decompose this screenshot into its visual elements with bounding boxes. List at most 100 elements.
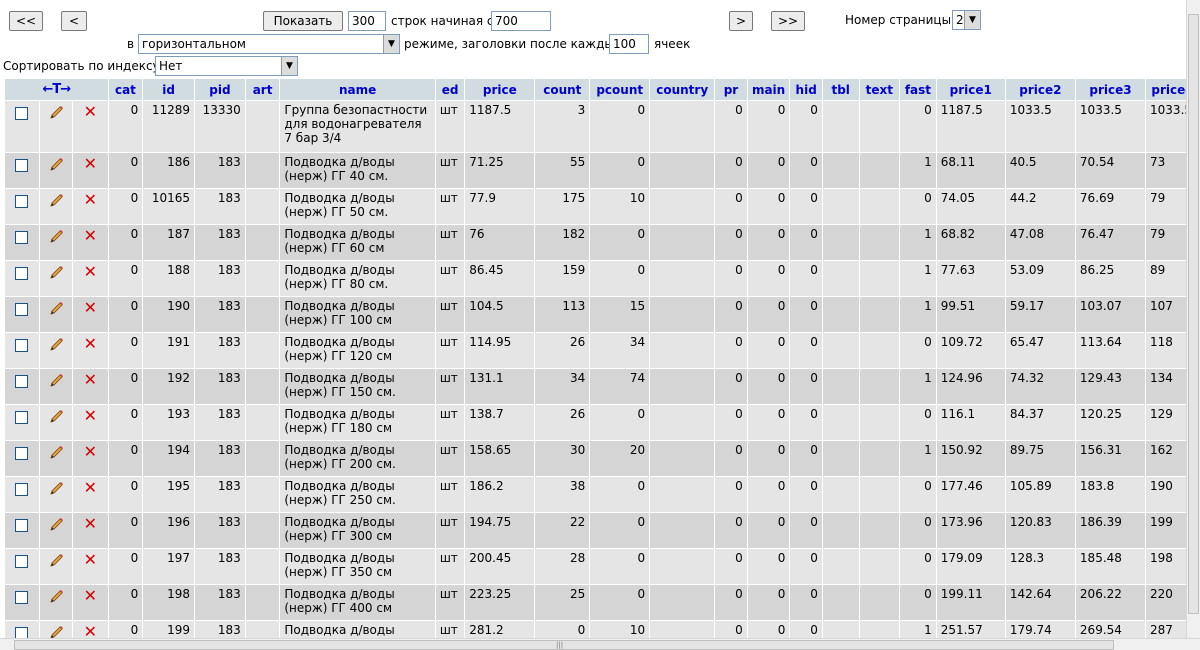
column-arrows-header[interactable]: ←T→ — [4, 78, 109, 101]
pencil-icon[interactable] — [48, 373, 64, 389]
page-number-label: Номер страницы: — [845, 13, 956, 27]
pencil-icon[interactable] — [48, 337, 64, 353]
pencil-icon[interactable] — [48, 301, 64, 317]
cell-pcount: 20 — [589, 440, 651, 477]
column-header-text[interactable]: text — [858, 78, 901, 101]
pencil-icon[interactable] — [48, 481, 64, 497]
last-page-button[interactable]: >> — [771, 11, 805, 31]
cell-price3: 103.07 — [1074, 296, 1147, 333]
row-edit-cell — [38, 260, 74, 297]
cell-cat: 0 — [107, 584, 144, 621]
cell-id: 191 — [142, 332, 196, 369]
row-checkbox[interactable] — [15, 411, 29, 424]
pencil-icon[interactable] — [48, 517, 64, 533]
pencil-icon[interactable] — [48, 445, 64, 461]
delete-x-icon[interactable]: ✕ — [84, 104, 97, 120]
row-checkbox[interactable] — [15, 107, 29, 120]
vertical-scroll-thumb[interactable] — [1188, 14, 1199, 614]
row-checkbox[interactable] — [15, 483, 29, 496]
cell-id: 188 — [142, 260, 196, 297]
row-checkbox[interactable] — [15, 195, 29, 208]
row-checkbox[interactable] — [15, 231, 29, 244]
row-select-cell — [4, 620, 40, 638]
row-delete-cell: ✕ — [72, 476, 109, 513]
row-checkbox[interactable] — [15, 519, 29, 532]
sort-index-select[interactable]: Нет ▼ — [155, 56, 298, 76]
pencil-icon[interactable] — [48, 265, 64, 281]
row-checkbox[interactable] — [15, 555, 29, 568]
pencil-icon[interactable] — [48, 553, 64, 569]
row-checkbox[interactable] — [15, 303, 29, 316]
pencil-icon[interactable] — [48, 193, 64, 209]
page-number-select[interactable]: 2 ▼ — [952, 10, 981, 30]
pencil-icon[interactable] — [48, 229, 64, 245]
next-page-button[interactable]: > — [729, 11, 753, 31]
delete-x-icon[interactable]: ✕ — [84, 444, 97, 460]
pencil-icon[interactable] — [48, 625, 64, 638]
delete-x-icon[interactable]: ✕ — [84, 480, 97, 496]
column-header-fast[interactable]: fast — [899, 78, 937, 101]
column-header-id[interactable]: id — [142, 78, 196, 101]
delete-x-icon[interactable]: ✕ — [84, 228, 97, 244]
column-header-tbl[interactable]: tbl — [821, 78, 860, 101]
row-checkbox[interactable] — [15, 375, 29, 388]
cell-main: 0 — [746, 620, 791, 638]
column-header-pid[interactable]: pid — [194, 78, 246, 101]
horizontal-scrollbar[interactable]: ||| — [0, 638, 1200, 650]
vertical-scrollbar[interactable] — [1186, 0, 1200, 638]
delete-x-icon[interactable]: ✕ — [84, 264, 97, 280]
pencil-icon[interactable] — [48, 589, 64, 605]
rows-count-input[interactable] — [348, 11, 386, 31]
column-header-pcount[interactable]: pcount — [589, 78, 651, 101]
column-header-count[interactable]: count — [534, 78, 591, 101]
cell-pcount: 0 — [589, 152, 651, 189]
column-header-price1[interactable]: price1 — [935, 78, 1006, 101]
display-mode-select[interactable]: горизонтальном ▼ — [138, 34, 400, 54]
cell-main: 0 — [746, 404, 791, 441]
prev-page-button[interactable]: < — [61, 11, 87, 31]
cell-hid: 0 — [789, 548, 823, 585]
delete-x-icon[interactable]: ✕ — [84, 624, 97, 639]
cell-text — [858, 296, 901, 333]
horizontal-scroll-thumb[interactable] — [14, 640, 1114, 650]
show-button[interactable]: Показать : — [263, 11, 343, 46]
delete-x-icon[interactable]: ✕ — [84, 372, 97, 388]
row-checkbox[interactable] — [15, 447, 29, 460]
pencil-icon[interactable] — [48, 105, 64, 121]
delete-x-icon[interactable]: ✕ — [84, 300, 97, 316]
row-checkbox[interactable] — [15, 267, 29, 280]
column-header-country[interactable]: country — [649, 78, 716, 101]
delete-x-icon[interactable]: ✕ — [84, 336, 97, 352]
column-header-main[interactable]: main — [746, 78, 791, 101]
row-edit-cell — [38, 332, 74, 369]
column-header-price[interactable]: price — [464, 78, 536, 101]
column-header-ed[interactable]: ed — [434, 78, 466, 101]
column-header-pr[interactable]: pr — [714, 78, 748, 101]
cell-main: 0 — [746, 188, 791, 225]
delete-x-icon[interactable]: ✕ — [84, 516, 97, 532]
delete-x-icon[interactable]: ✕ — [84, 552, 97, 568]
pencil-icon[interactable] — [48, 157, 64, 173]
column-header-price3[interactable]: price3 — [1074, 78, 1147, 101]
column-header-cat[interactable]: cat — [107, 78, 144, 101]
delete-x-icon[interactable]: ✕ — [84, 408, 97, 424]
first-page-button[interactable]: << — [9, 11, 43, 31]
row-checkbox[interactable] — [15, 627, 29, 638]
row-checkbox[interactable] — [15, 339, 29, 352]
cell-price3: 183.8 — [1074, 476, 1147, 513]
row-select-cell — [4, 476, 40, 513]
delete-x-icon[interactable]: ✕ — [84, 192, 97, 208]
delete-x-icon[interactable]: ✕ — [84, 156, 97, 172]
start-row-input[interactable] — [491, 11, 551, 31]
row-select-cell — [4, 224, 40, 261]
row-checkbox[interactable] — [15, 159, 29, 172]
column-header-name[interactable]: name — [279, 78, 436, 101]
column-header-hid[interactable]: hid — [789, 78, 823, 101]
header-every-input[interactable] — [609, 34, 649, 54]
in-label: в — [127, 37, 135, 51]
row-checkbox[interactable] — [15, 591, 29, 604]
column-header-price2[interactable]: price2 — [1004, 78, 1076, 101]
pencil-icon[interactable] — [48, 409, 64, 425]
delete-x-icon[interactable]: ✕ — [84, 588, 97, 604]
column-header-art[interactable]: art — [244, 78, 281, 101]
